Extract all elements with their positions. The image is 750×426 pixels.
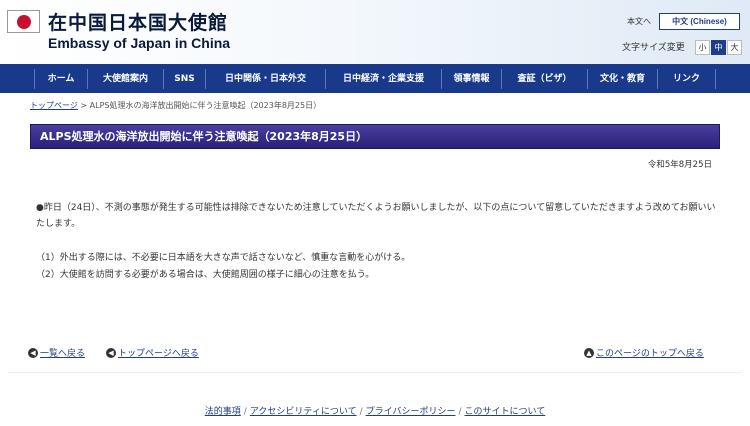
footer-links: 法的事項 / アクセシビリティについて / プライバシーポリシー / このサイトについて — [0, 404, 750, 417]
site-title-en[interactable]: Embassy of Japan in China — [48, 35, 230, 51]
nav-item-culture[interactable]: 文化・教育 — [587, 69, 657, 89]
notice-item-1: （1）外出する際には、不必要に日本語を大きな声で話さないなど、慎重な言動を心がけ… — [36, 253, 411, 263]
font-size-label: 文字サイズ変更 — [622, 43, 685, 53]
nav-item-embassy[interactable]: 大使館案内 — [87, 69, 163, 89]
footer-separator: / — [359, 407, 363, 417]
font-size-medium-button[interactable]: 中 — [711, 40, 726, 55]
font-size-large-button[interactable]: 大 — [727, 40, 742, 55]
nav-item-economy[interactable]: 日中経済・企業支援 — [325, 69, 441, 89]
footer-separator: / — [458, 407, 462, 417]
lang-japanese-link[interactable]: 本文へ — [622, 14, 656, 30]
divider — [8, 372, 742, 373]
breadcrumb-top-link[interactable]: トップページ — [30, 101, 78, 110]
nav-item-home[interactable]: ホーム — [34, 69, 87, 89]
footer-accessibility-link[interactable]: アクセシビリティについて — [250, 407, 357, 417]
footer-about-link[interactable]: このサイトについて — [465, 407, 546, 417]
footer-privacy-link[interactable]: プライバシーポリシー — [366, 407, 456, 417]
site-header: 在中国日本国大使館 Embassy of Japan in China 本文へ … — [0, 0, 750, 64]
publish-date: 令和5年8月25日 — [647, 160, 712, 170]
main-nav: ホーム 大使館案内 SNS 日中関係・日本外交 日中経済・企業支援 領事情報 査… — [0, 64, 750, 93]
chevron-left-icon: ◀ — [106, 347, 116, 358]
breadcrumb: トップページ > ALPS処理水の海洋放出開始に伴う注意喚起（2023年8月25… — [30, 100, 321, 111]
footer-legal-link[interactable]: 法的事項 — [205, 407, 241, 417]
chevron-up-icon: ▲ — [584, 347, 594, 358]
nav-item-relations[interactable]: 日中関係・日本外交 — [205, 69, 325, 89]
back-to-top-page-link[interactable]: ◀ トップページへ戻る — [106, 346, 199, 359]
nav-item-visa[interactable]: 査証（ビザ） — [501, 69, 587, 89]
nav-item-links[interactable]: リンク — [657, 69, 716, 89]
notice-body: ●昨日（24日）、不測の事態が発生する可能性は排除できないため注意していただくよ… — [36, 203, 716, 229]
back-to-list-link[interactable]: ◀ 一覧へ戻る — [28, 346, 85, 359]
breadcrumb-current: ALPS処理水の海洋放出開始に伴う注意喚起（2023年8月25日） — [89, 101, 322, 110]
breadcrumb-separator: > — [80, 101, 88, 110]
page-top-link[interactable]: ▲ このページのトップへ戻る — [584, 346, 704, 359]
font-size-small-button[interactable]: 小 — [695, 40, 710, 55]
nav-item-sns[interactable]: SNS — [163, 69, 205, 89]
footer-separator: / — [243, 407, 247, 417]
chevron-left-icon: ◀ — [28, 347, 38, 358]
page-title: ALPS処理水の海洋放出開始に伴う注意喚起（2023年8月25日） — [30, 124, 720, 149]
site-title-ja[interactable]: 在中国日本国大使館 — [48, 8, 228, 35]
lang-chinese-button[interactable]: 中文 (Chinese) — [659, 13, 740, 30]
japan-flag-icon — [7, 10, 40, 33]
nav-item-consular[interactable]: 領事情報 — [441, 69, 501, 89]
notice-item-2: （2）大使館を訪問する必要がある場合は、大使館周囲の様子に細心の注意を払う。 — [36, 270, 375, 280]
